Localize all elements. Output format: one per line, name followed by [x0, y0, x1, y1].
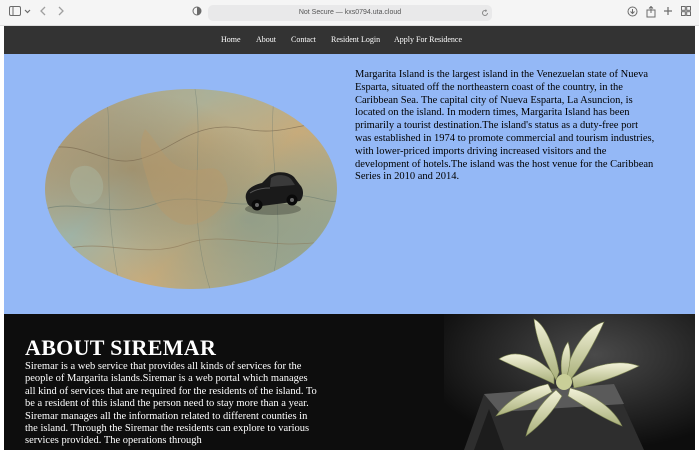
site-nav: Home About Contact Resident Login Apply …: [4, 26, 695, 54]
map-image: [45, 89, 337, 289]
url-text: Not Secure — kxs0794.uta.cloud: [298, 9, 402, 16]
nav-about[interactable]: About: [256, 26, 276, 54]
nav-resident-login[interactable]: Resident Login: [331, 26, 380, 54]
about-title: ABOUT SIREMAR: [25, 335, 217, 360]
nav-home[interactable]: Home: [221, 26, 241, 54]
succulent-image: [444, 314, 695, 450]
browser-toolbar: Not Secure — kxs0794.uta.cloud: [0, 0, 699, 26]
new-tab-icon[interactable]: [662, 6, 674, 20]
forward-icon[interactable]: [56, 6, 66, 20]
nav-contact[interactable]: Contact: [291, 26, 316, 54]
shield-icon: [191, 6, 203, 20]
toy-car-icon: [245, 172, 303, 215]
about-section: ABOUT SIREMAR Siremar is a web service t…: [4, 314, 695, 450]
download-icon[interactable]: [626, 6, 638, 20]
sidebar-icon[interactable]: [8, 6, 22, 20]
nav-apply-for-residence[interactable]: Apply For Residence: [394, 26, 462, 54]
refresh-icon[interactable]: [480, 7, 490, 21]
share-icon[interactable]: [645, 5, 657, 20]
about-description: Siremar is a web service that provides a…: [25, 361, 317, 447]
chevron-down-icon[interactable]: [23, 6, 31, 20]
hero-section: Margarita Island is the largest island i…: [4, 54, 695, 314]
island-description: Margarita Island is the largest island i…: [355, 69, 655, 183]
back-icon[interactable]: [38, 6, 48, 20]
tab-overview-icon[interactable]: [680, 6, 692, 20]
address-bar[interactable]: Not Secure — kxs0794.uta.cloud: [208, 5, 492, 21]
